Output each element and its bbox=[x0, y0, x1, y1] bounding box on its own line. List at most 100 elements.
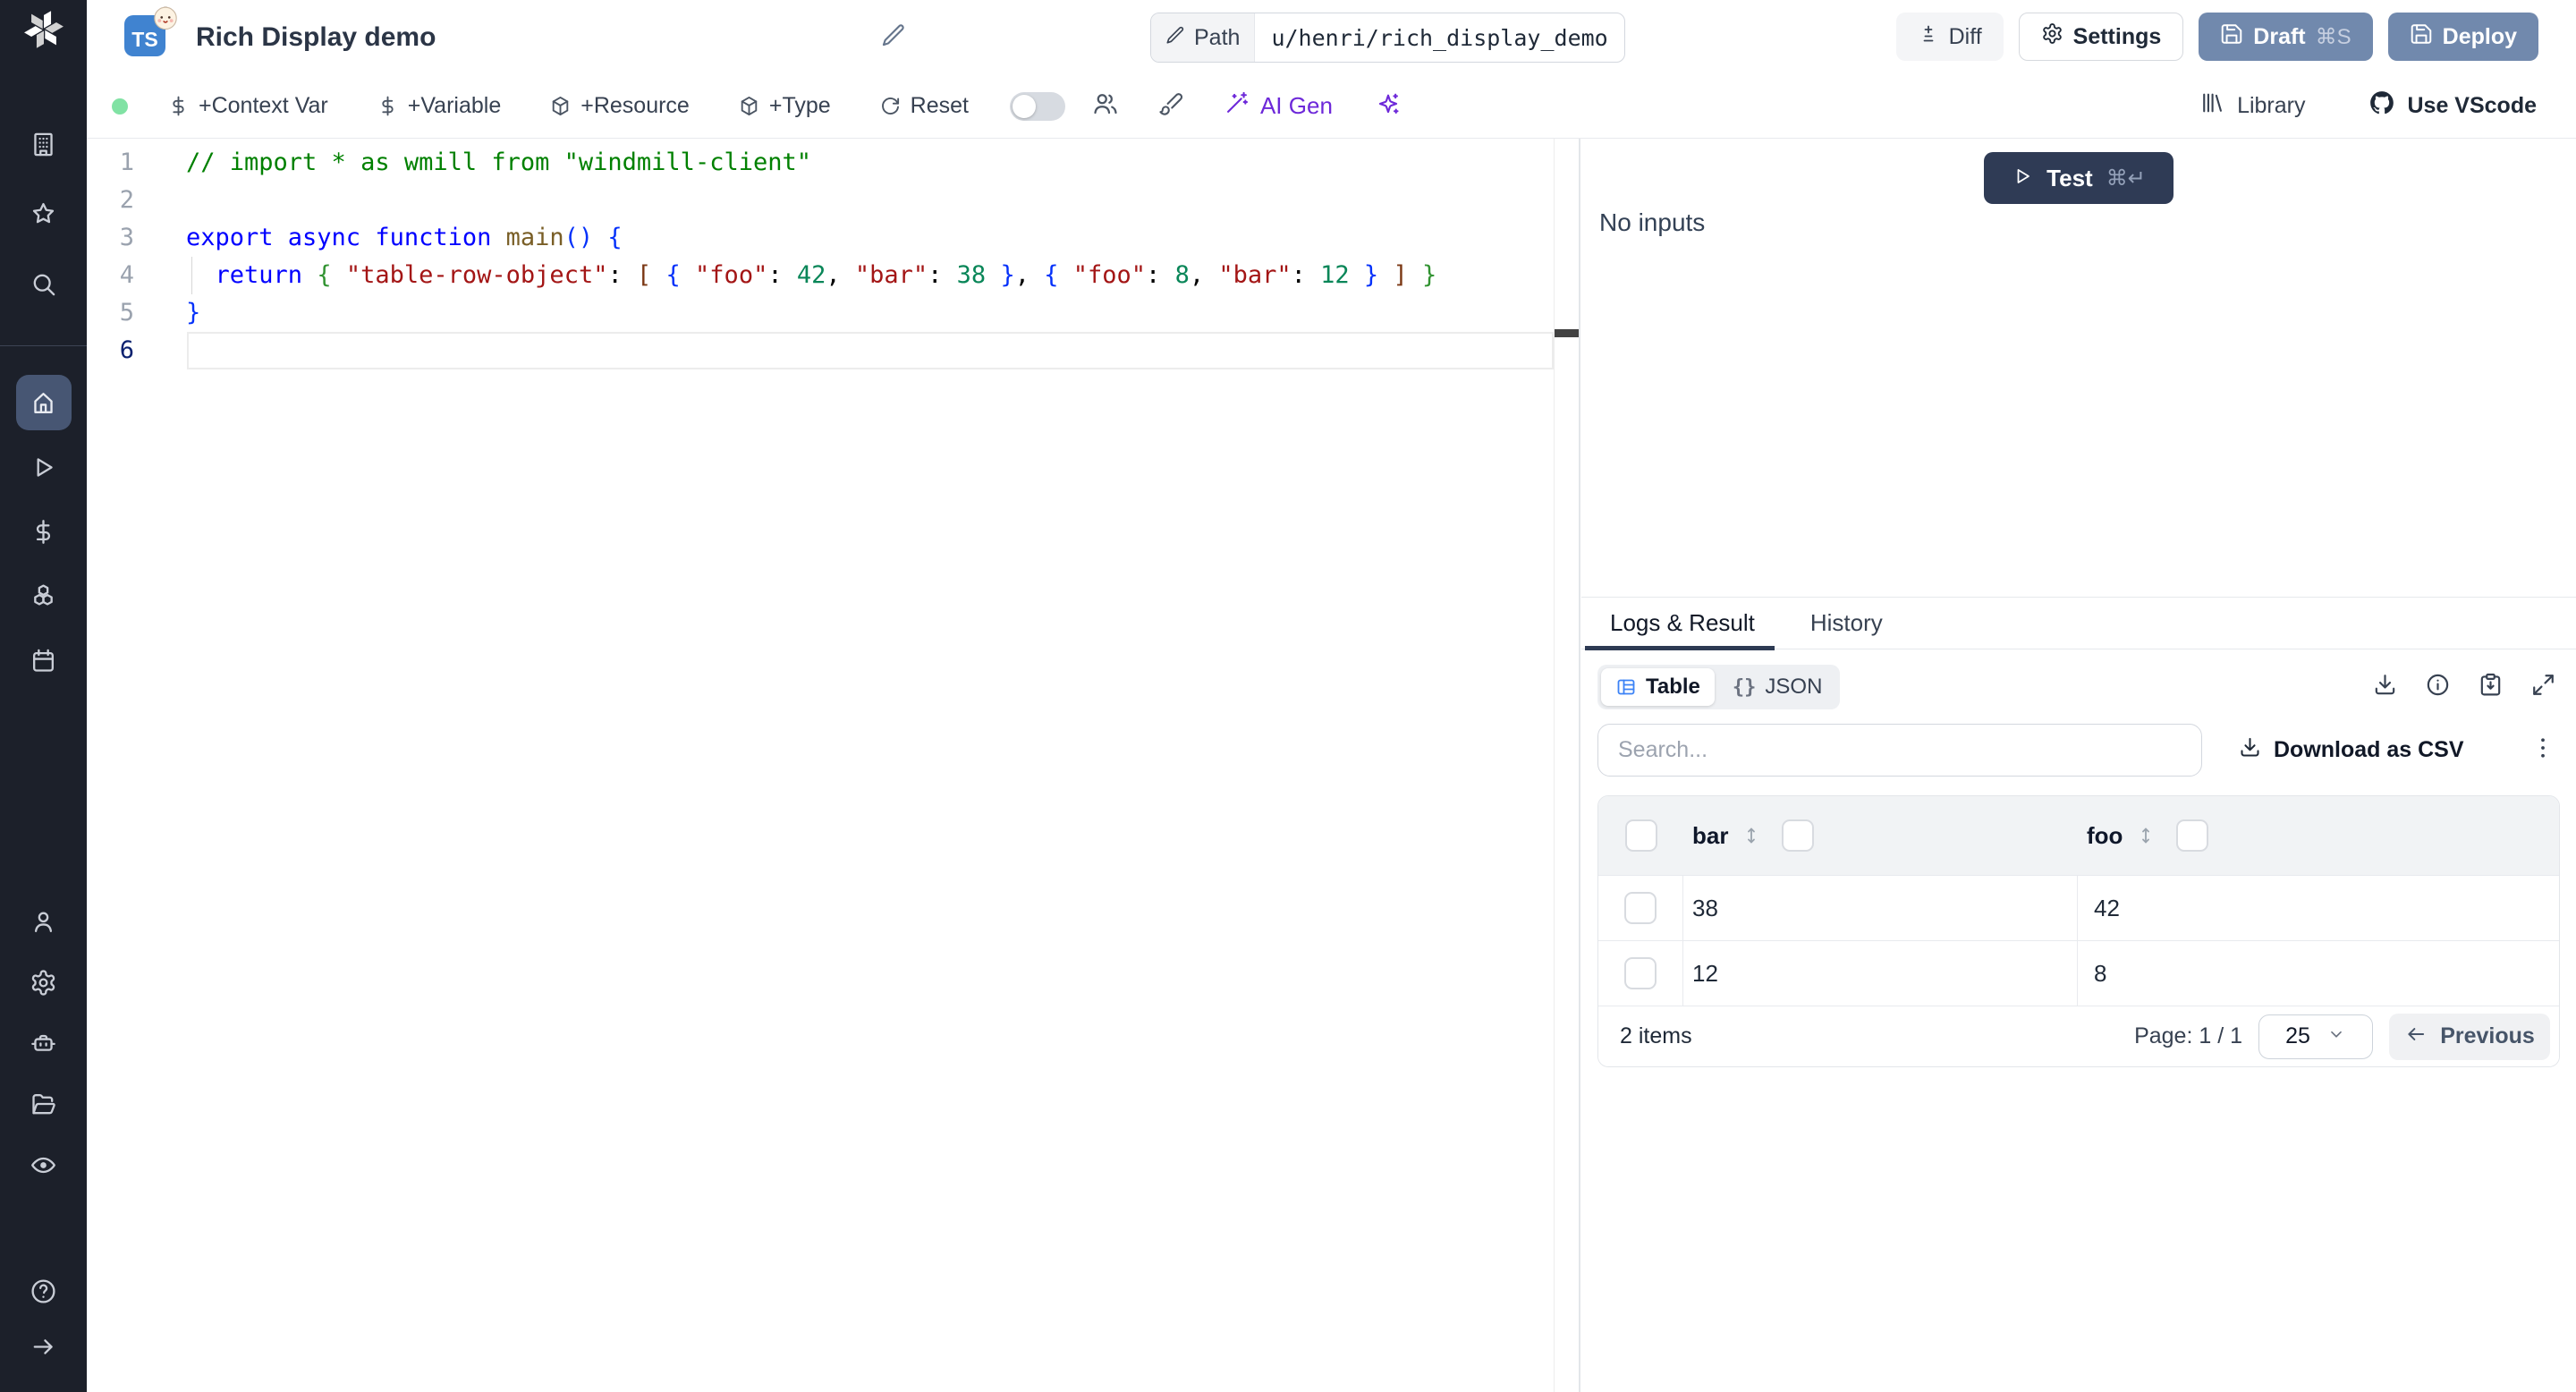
test-button[interactable]: Test ⌘↵ bbox=[1984, 152, 2174, 204]
select-all-checkbox[interactable] bbox=[1624, 819, 1657, 852]
table-row[interactable]: 12 8 bbox=[1598, 940, 2559, 1006]
view-mode-json[interactable]: {} JSON bbox=[1718, 668, 1837, 706]
dollar-icon bbox=[36, 519, 51, 544]
sidebar-item-favorites[interactable] bbox=[16, 186, 72, 242]
panel-resize-handle[interactable] bbox=[1579, 139, 1580, 1392]
toolbar-variable-button[interactable]: +Variable bbox=[377, 93, 501, 119]
view-mode-table[interactable]: Table bbox=[1601, 668, 1715, 706]
path-control[interactable]: Path u/henri/rich_display_demo bbox=[1150, 13, 1625, 63]
user-icon bbox=[34, 912, 53, 932]
expand-icon[interactable] bbox=[2530, 672, 2556, 702]
toolbar-type-button[interactable]: +Type bbox=[738, 93, 831, 119]
sidebar-item-audit[interactable] bbox=[16, 1137, 72, 1193]
settings-button[interactable]: Settings bbox=[2018, 13, 2184, 61]
sparkles-icon bbox=[1376, 91, 1401, 121]
sidebar-divider bbox=[0, 345, 87, 346]
ai-gen-button[interactable]: AI Gen bbox=[1224, 90, 1333, 122]
library-icon bbox=[2199, 90, 2224, 122]
wand-icon bbox=[1224, 90, 1250, 122]
sparkles-icon bbox=[1378, 93, 1399, 115]
gear-icon bbox=[31, 969, 55, 996]
multiplayer-button[interactable] bbox=[1092, 90, 1119, 122]
toolbar-contextvar-button[interactable]: +Context Var bbox=[167, 93, 328, 119]
table-header-row: bar foo bbox=[1598, 796, 2559, 875]
use-vscode-button[interactable]: Use VScode bbox=[2369, 90, 2537, 122]
deploy-label: Deploy bbox=[2442, 23, 2517, 49]
tab-history[interactable]: History bbox=[1810, 609, 1883, 637]
select-all-cell bbox=[1598, 819, 1683, 852]
line-number: 3 bbox=[119, 224, 134, 251]
save-icon bbox=[2410, 22, 2433, 52]
column-label: bar bbox=[1692, 821, 1729, 849]
toolbar-items: +Context Var +Variable +Resource +Type Reset bbox=[167, 93, 969, 119]
toolbar-reset-button[interactable]: Reset bbox=[879, 93, 969, 119]
toolbar-resource-button[interactable]: +Resource bbox=[549, 93, 690, 119]
column-checkbox[interactable] bbox=[2176, 819, 2209, 852]
row-select-cell bbox=[1598, 941, 1683, 1006]
column-label: foo bbox=[2087, 821, 2123, 849]
code-line: // import * as wmill from "windmill-clie… bbox=[186, 149, 811, 176]
draft-button[interactable]: Draft ⌘S bbox=[2199, 13, 2373, 61]
diff-icon bbox=[1918, 23, 1939, 51]
column-checkbox[interactable] bbox=[1782, 819, 1815, 852]
path-value: u/henri/rich_display_demo bbox=[1271, 24, 1608, 51]
status-dot bbox=[112, 98, 128, 115]
sidebar-item-folders[interactable] bbox=[16, 1076, 72, 1132]
sidebar-item-home[interactable] bbox=[15, 375, 72, 430]
info-icon[interactable] bbox=[2425, 672, 2451, 702]
users-icon bbox=[1094, 94, 1117, 115]
previous-page-button[interactable]: Previous bbox=[2389, 1013, 2550, 1060]
ai-sparkles-button[interactable] bbox=[1376, 91, 1401, 121]
sidebar-item-variables[interactable] bbox=[16, 504, 72, 559]
table-menu-button[interactable] bbox=[2529, 734, 2556, 766]
sidebar-item-workspace[interactable] bbox=[16, 116, 72, 172]
page-size-select[interactable]: 25 bbox=[2258, 1014, 2373, 1059]
library-button[interactable]: Library bbox=[2199, 90, 2305, 122]
cell-foo: 8 bbox=[2094, 959, 2107, 987]
sidebar-item-users[interactable] bbox=[16, 894, 72, 949]
sidebar-item-schedules[interactable] bbox=[16, 632, 72, 688]
edit-title-button[interactable] bbox=[881, 0, 906, 74]
table-row[interactable]: 38 42 bbox=[1598, 875, 2559, 940]
download-icon[interactable] bbox=[2372, 672, 2398, 702]
row-checkbox[interactable] bbox=[1624, 957, 1657, 989]
sidebar-item-expand[interactable] bbox=[16, 1319, 72, 1374]
sidebar-item-runs[interactable] bbox=[16, 439, 72, 495]
play-icon bbox=[2017, 168, 2030, 183]
items-count: 2 items bbox=[1620, 1023, 1692, 1048]
sidebar-item-workers[interactable] bbox=[16, 1015, 72, 1071]
diff-button[interactable]: Diff bbox=[1895, 13, 2004, 61]
kebab-icon bbox=[2529, 734, 2556, 766]
sidebar-item-help[interactable] bbox=[16, 1263, 72, 1319]
search-input[interactable] bbox=[1597, 724, 2202, 777]
test-label: Test bbox=[2046, 164, 2093, 191]
sidebar-item-resources[interactable] bbox=[16, 568, 72, 624]
box-icon bbox=[552, 96, 569, 116]
sort-icon bbox=[2142, 828, 2150, 844]
code-line: return { "table-row-object": [ { "foo": … bbox=[215, 261, 1437, 289]
reset-icon bbox=[881, 98, 899, 115]
collab-toggle[interactable] bbox=[1009, 91, 1065, 121]
row-select-cell bbox=[1598, 876, 1683, 940]
format-button[interactable] bbox=[1158, 91, 1183, 121]
deploy-button[interactable]: Deploy bbox=[2387, 13, 2538, 61]
result-table: bar foo 38 42 12 8 2 items Page: 1 / 1 25 Pr… bbox=[1597, 795, 2560, 1067]
clipboard-copy-icon[interactable] bbox=[2478, 672, 2504, 702]
save-icon bbox=[2220, 22, 2243, 52]
sort-toggle[interactable] bbox=[1741, 825, 1762, 846]
diff-icon bbox=[1923, 25, 1933, 41]
star-icon bbox=[32, 202, 55, 223]
code-content[interactable]: // import * as wmill from "windmill-clie… bbox=[186, 144, 1555, 369]
download-csv-button[interactable]: Download as CSV bbox=[2238, 735, 2464, 766]
tab-logs-result[interactable]: Logs & Result bbox=[1610, 609, 1755, 637]
sidebar-item-search[interactable] bbox=[16, 256, 72, 311]
sidebar-item-settings[interactable] bbox=[16, 955, 72, 1010]
windmill-logo-icon[interactable] bbox=[0, 9, 87, 50]
download-icon bbox=[2375, 675, 2395, 695]
row-checkbox[interactable] bbox=[1624, 892, 1657, 924]
table-grid-icon bbox=[1615, 676, 1637, 698]
editor-scroll-marker[interactable] bbox=[1555, 329, 1579, 337]
code-editor[interactable]: 1 2 3 4 5 6 // import * as wmill from "windmi… bbox=[87, 139, 1581, 1392]
cell-foo: 42 bbox=[2094, 894, 2120, 921]
sort-toggle[interactable] bbox=[2135, 825, 2157, 846]
